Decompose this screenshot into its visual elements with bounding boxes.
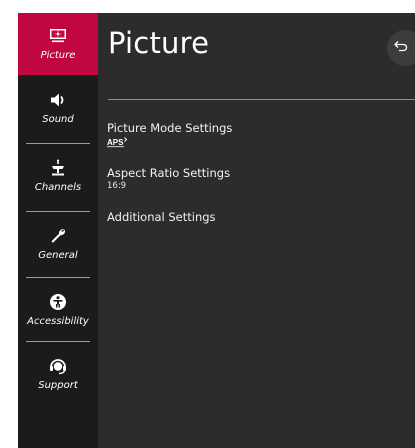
antenna-icon	[18, 159, 98, 177]
menu-item-aspect-ratio-settings[interactable]: Aspect Ratio Settings 16:9	[107, 166, 407, 191]
menu-item-picture-mode-settings[interactable]: Picture Mode Settings APS	[107, 121, 407, 148]
back-button[interactable]	[387, 30, 415, 66]
sidebar-divider	[26, 341, 90, 342]
speaker-icon	[18, 91, 98, 109]
sidebar-item-label: Accessibility	[27, 316, 89, 327]
settings-sidebar: Picture Sound Channels General Accessibi…	[18, 13, 98, 448]
back-arrow-icon	[394, 39, 408, 57]
picture-icon	[18, 27, 98, 45]
sidebar-item-label: Channels	[34, 182, 82, 193]
sidebar-item-general[interactable]: General	[18, 213, 98, 275]
menu-item-label: Additional Settings	[107, 210, 216, 224]
menu-item-value: 16:9	[107, 181, 127, 191]
sidebar-item-support[interactable]: Support	[18, 343, 98, 405]
support-icon	[18, 357, 98, 375]
menu-item-label: Aspect Ratio Settings	[107, 166, 231, 180]
page-title: Picture	[108, 26, 210, 60]
svg-text:APS: APS	[107, 138, 124, 147]
sidebar-item-sound[interactable]: Sound	[18, 77, 98, 139]
sidebar-item-channels[interactable]: Channels	[18, 145, 98, 207]
accessibility-icon	[18, 293, 98, 311]
sidebar-item-picture[interactable]: Picture	[18, 13, 98, 75]
tv-settings-screen: Picture Sound Channels General Accessibi…	[0, 0, 415, 448]
wrench-icon	[18, 227, 98, 245]
menu-item-label: Picture Mode Settings	[107, 121, 233, 135]
sidebar-item-label: Picture	[40, 50, 76, 61]
sidebar-item-label: Sound	[42, 114, 74, 125]
menu-item-additional-settings[interactable]: Additional Settings	[107, 210, 407, 224]
sidebar-item-accessibility[interactable]: Accessibility	[18, 279, 98, 341]
settings-main-panel: Picture Picture Mode Settings APS Aspect…	[98, 13, 415, 448]
sidebar-item-label: Support	[38, 380, 78, 391]
sidebar-divider	[26, 211, 90, 212]
sidebar-item-label: General	[38, 250, 78, 261]
title-divider	[108, 99, 415, 100]
left-margin	[0, 0, 18, 448]
sidebar-divider	[26, 277, 90, 278]
aps-logo-icon: APS	[107, 137, 407, 148]
sidebar-divider	[26, 143, 90, 144]
